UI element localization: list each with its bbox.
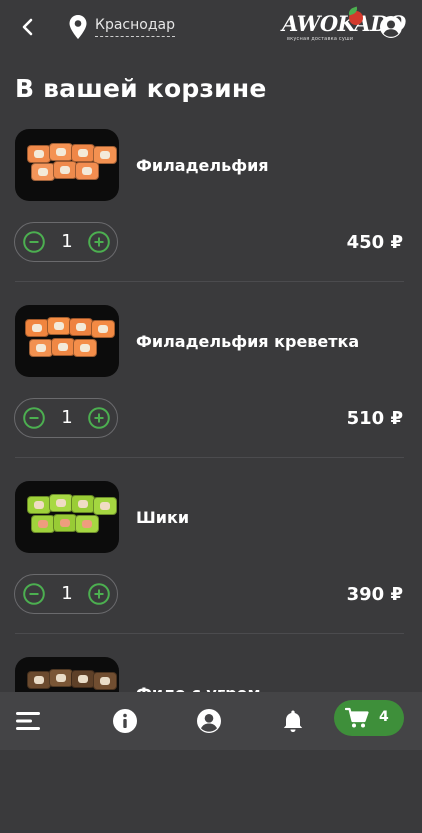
quantity-stepper: 1 <box>14 574 118 614</box>
back-arrow-icon[interactable] <box>17 15 39 39</box>
roll-piece <box>31 163 55 181</box>
roll-piece <box>25 319 49 337</box>
quantity-stepper: 1 <box>14 222 118 262</box>
top-bar: Краснодар AWOKADO вкусная доставка суши <box>0 0 422 56</box>
roll-piece <box>73 339 97 357</box>
location-pin-icon[interactable] <box>68 14 88 40</box>
account-icon[interactable] <box>196 708 222 734</box>
roll-piece <box>31 515 55 533</box>
minus-icon[interactable] <box>23 231 45 253</box>
item-price: 390 ₽ <box>346 584 403 605</box>
cart-item: Шики 1 390 ₽ <box>0 481 422 657</box>
roll-piece <box>51 338 75 356</box>
quantity-value: 1 <box>61 407 73 428</box>
quantity-stepper: 1 <box>14 398 118 438</box>
cart-count-badge: 4 <box>379 709 389 725</box>
brand-logo[interactable]: AWOKADO вкусная доставка суши <box>282 6 406 48</box>
roll-piece <box>53 514 77 532</box>
menu-icon[interactable] <box>15 708 41 734</box>
logo-tagline: вкусная доставка суши <box>287 36 354 42</box>
roll-piece <box>93 497 117 515</box>
info-icon[interactable] <box>112 708 138 734</box>
roll-piece <box>75 162 99 180</box>
roll-piece <box>27 671 51 689</box>
city-selector[interactable]: Краснодар <box>95 17 175 37</box>
roll-piece <box>93 672 117 690</box>
plus-icon[interactable] <box>88 231 110 253</box>
roll-piece <box>71 495 95 513</box>
product-image[interactable] <box>15 481 119 553</box>
divider <box>15 457 404 458</box>
product-image[interactable] <box>15 305 119 377</box>
item-price: 450 ₽ <box>346 232 403 253</box>
product-image[interactable] <box>15 129 119 201</box>
roll-piece <box>49 143 73 161</box>
roll-piece <box>49 494 73 512</box>
roll-piece <box>93 146 117 164</box>
roll-piece <box>53 161 77 179</box>
page-title: В вашей корзине <box>15 74 267 103</box>
plus-icon[interactable] <box>88 407 110 429</box>
roll-piece <box>71 144 95 162</box>
roll-piece <box>27 145 51 163</box>
cart-icon <box>345 707 369 728</box>
quantity-value: 1 <box>61 583 73 604</box>
product-name[interactable]: Шики <box>136 508 189 527</box>
roll-piece <box>29 339 53 357</box>
profile-icon[interactable] <box>379 15 403 39</box>
divider <box>15 633 404 634</box>
roll-piece <box>69 318 93 336</box>
quantity-value: 1 <box>61 231 73 252</box>
roll-piece <box>71 670 95 688</box>
minus-icon[interactable] <box>23 407 45 429</box>
cart-item: Филадельфия 1 450 ₽ <box>0 129 422 305</box>
item-price: 510 ₽ <box>346 408 403 429</box>
bell-icon[interactable] <box>280 708 306 734</box>
cart-item: Филадельфия креветка 1 510 ₽ <box>0 305 422 481</box>
minus-icon[interactable] <box>23 583 45 605</box>
roll-piece <box>27 496 51 514</box>
roll-piece <box>75 515 99 533</box>
roll-piece <box>47 317 71 335</box>
bottom-nav: 4 <box>0 692 422 750</box>
product-name[interactable]: Филадельфия креветка <box>136 332 359 351</box>
roll-piece <box>91 320 115 338</box>
plus-icon[interactable] <box>88 583 110 605</box>
product-name[interactable]: Филадельфия <box>136 156 269 175</box>
roll-piece <box>49 669 73 687</box>
cart-button[interactable]: 4 <box>334 700 404 736</box>
divider <box>15 281 404 282</box>
